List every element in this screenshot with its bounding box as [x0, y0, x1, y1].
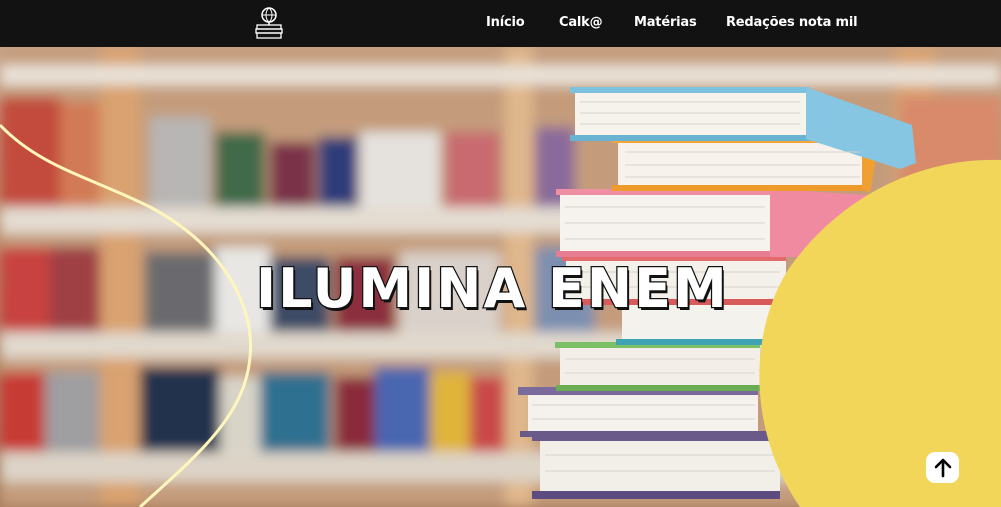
hero-title: ILUMINA ENEM	[255, 256, 729, 322]
main-nav: Início Calk@ Matérias Redações nota mil	[0, 0, 1001, 47]
nav-link-materias[interactable]: Matérias	[634, 15, 697, 30]
nav-link-redacoes[interactable]: Redações nota mil	[726, 15, 858, 30]
nav-link-inicio[interactable]: Início	[486, 15, 525, 30]
nav-link-calk[interactable]: Calk@	[559, 15, 603, 30]
navbar: Início Calk@ Matérias Redações nota mil	[0, 0, 1001, 47]
scroll-top-button[interactable]	[926, 452, 959, 483]
arrow-up-icon	[934, 458, 951, 477]
hero-banner: ILUMINA ENEM	[0, 47, 1001, 507]
